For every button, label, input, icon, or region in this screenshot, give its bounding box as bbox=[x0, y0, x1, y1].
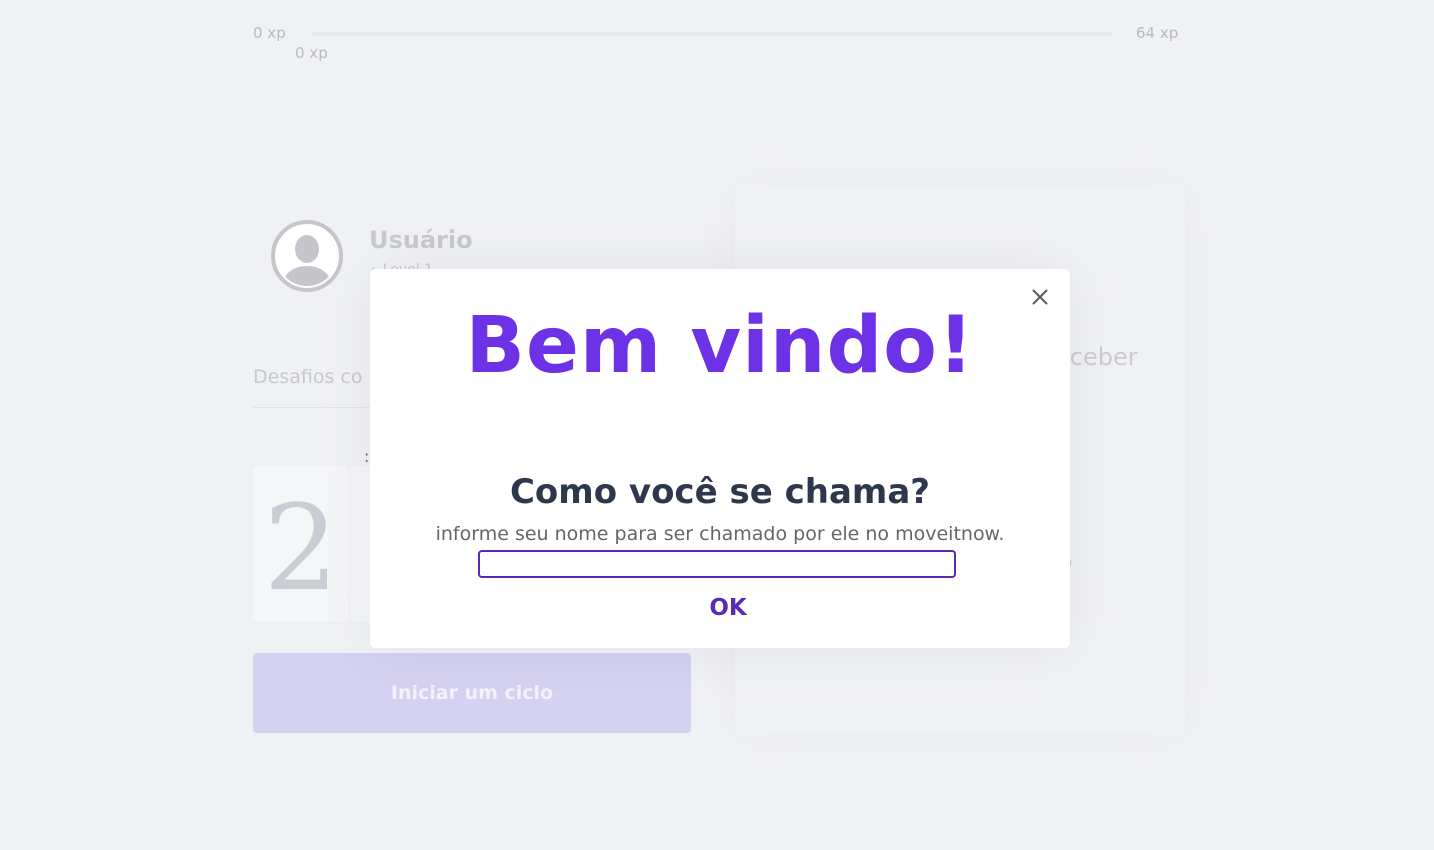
xp-progress-bar bbox=[311, 32, 1113, 36]
modal-title: Bem vindo! bbox=[465, 301, 975, 391]
ok-button[interactable]: OK bbox=[693, 591, 763, 625]
countdown-separator: : bbox=[364, 447, 370, 466]
xp-max-label: 64 xp bbox=[1136, 24, 1179, 42]
countdown-digit: 2 bbox=[263, 478, 339, 617]
countdown-digit-card: 2 bbox=[253, 466, 349, 621]
modal-question: Como você se chama? bbox=[509, 472, 931, 512]
name-input[interactable] bbox=[478, 550, 956, 578]
start-cycle-button[interactable]: Iniciar um ciclo bbox=[253, 653, 691, 733]
user-name: Usuário bbox=[369, 226, 473, 254]
xp-current-label: 0 xp bbox=[295, 44, 328, 62]
xp-min-label: 0 xp bbox=[253, 24, 286, 42]
page: 0 xp 64 xp 0 xp Usuário ▲ Level 1 Desafi… bbox=[0, 0, 1434, 850]
completed-challenges-label: Desafios co bbox=[253, 366, 363, 388]
modal-hint: informe seu nome para ser chamado por el… bbox=[435, 523, 1005, 545]
welcome-modal: Bem vindo! Como você se chama? informe s… bbox=[370, 269, 1070, 648]
avatar-icon bbox=[271, 220, 343, 292]
